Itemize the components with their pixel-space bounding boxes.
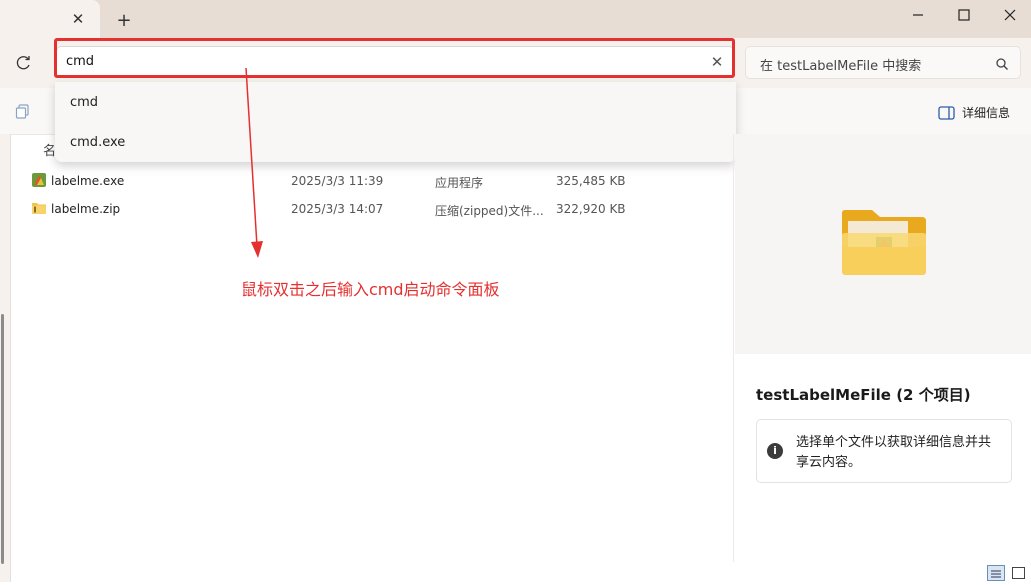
details-view-icon[interactable] bbox=[987, 565, 1005, 581]
details-pane-icon[interactable] bbox=[938, 105, 955, 120]
new-tab-icon[interactable]: + bbox=[115, 12, 133, 30]
refresh-icon[interactable] bbox=[14, 54, 34, 72]
zip-folder-icon bbox=[31, 200, 47, 216]
info-message: 选择单个文件以获取详细信息并共享云内容。 bbox=[796, 435, 992, 470]
copy-icon[interactable] bbox=[15, 104, 31, 120]
file-name[interactable]: labelme.zip bbox=[51, 202, 120, 216]
minimize-icon[interactable] bbox=[907, 6, 929, 24]
close-window-icon[interactable] bbox=[999, 6, 1021, 24]
info-icon: i bbox=[767, 443, 783, 459]
annotation-arrow bbox=[245, 67, 263, 258]
file-date: 2025/3/3 11:39 bbox=[291, 174, 384, 188]
address-suggestions bbox=[55, 82, 736, 162]
search-icon[interactable] bbox=[995, 56, 1009, 70]
pane-divider bbox=[733, 134, 734, 562]
file-type: 压缩(zipped)文件... bbox=[435, 204, 544, 218]
title-bar bbox=[0, 0, 1031, 38]
close-tab-icon[interactable]: ✕ bbox=[70, 11, 86, 27]
file-size: 325,485 KB bbox=[556, 174, 626, 188]
file-name[interactable]: labelme.exe bbox=[51, 174, 124, 188]
suggestion-item[interactable]: cmd.exe bbox=[70, 135, 125, 150]
highlight-box bbox=[54, 38, 735, 78]
suggestion-item[interactable]: cmd bbox=[70, 95, 98, 110]
search-placeholder[interactable]: 在 testLabelMeFile 中搜索 bbox=[760, 55, 921, 74]
folder-title: testLabelMeFile (2 个项目) bbox=[756, 386, 971, 404]
app-icon bbox=[31, 172, 47, 188]
details-button[interactable]: 详细信息 bbox=[962, 104, 1010, 121]
file-date: 2025/3/3 14:07 bbox=[291, 202, 384, 216]
file-type: 应用程序 bbox=[435, 176, 484, 190]
scrollbar[interactable] bbox=[1, 314, 4, 564]
file-size: 322,920 KB bbox=[556, 202, 626, 216]
annotation-text: 鼠标双击之后输入cmd启动命令面板 bbox=[241, 280, 500, 299]
tiles-view-icon[interactable] bbox=[1012, 567, 1025, 579]
maximize-icon[interactable] bbox=[953, 6, 975, 24]
folder-icon bbox=[840, 207, 928, 279]
